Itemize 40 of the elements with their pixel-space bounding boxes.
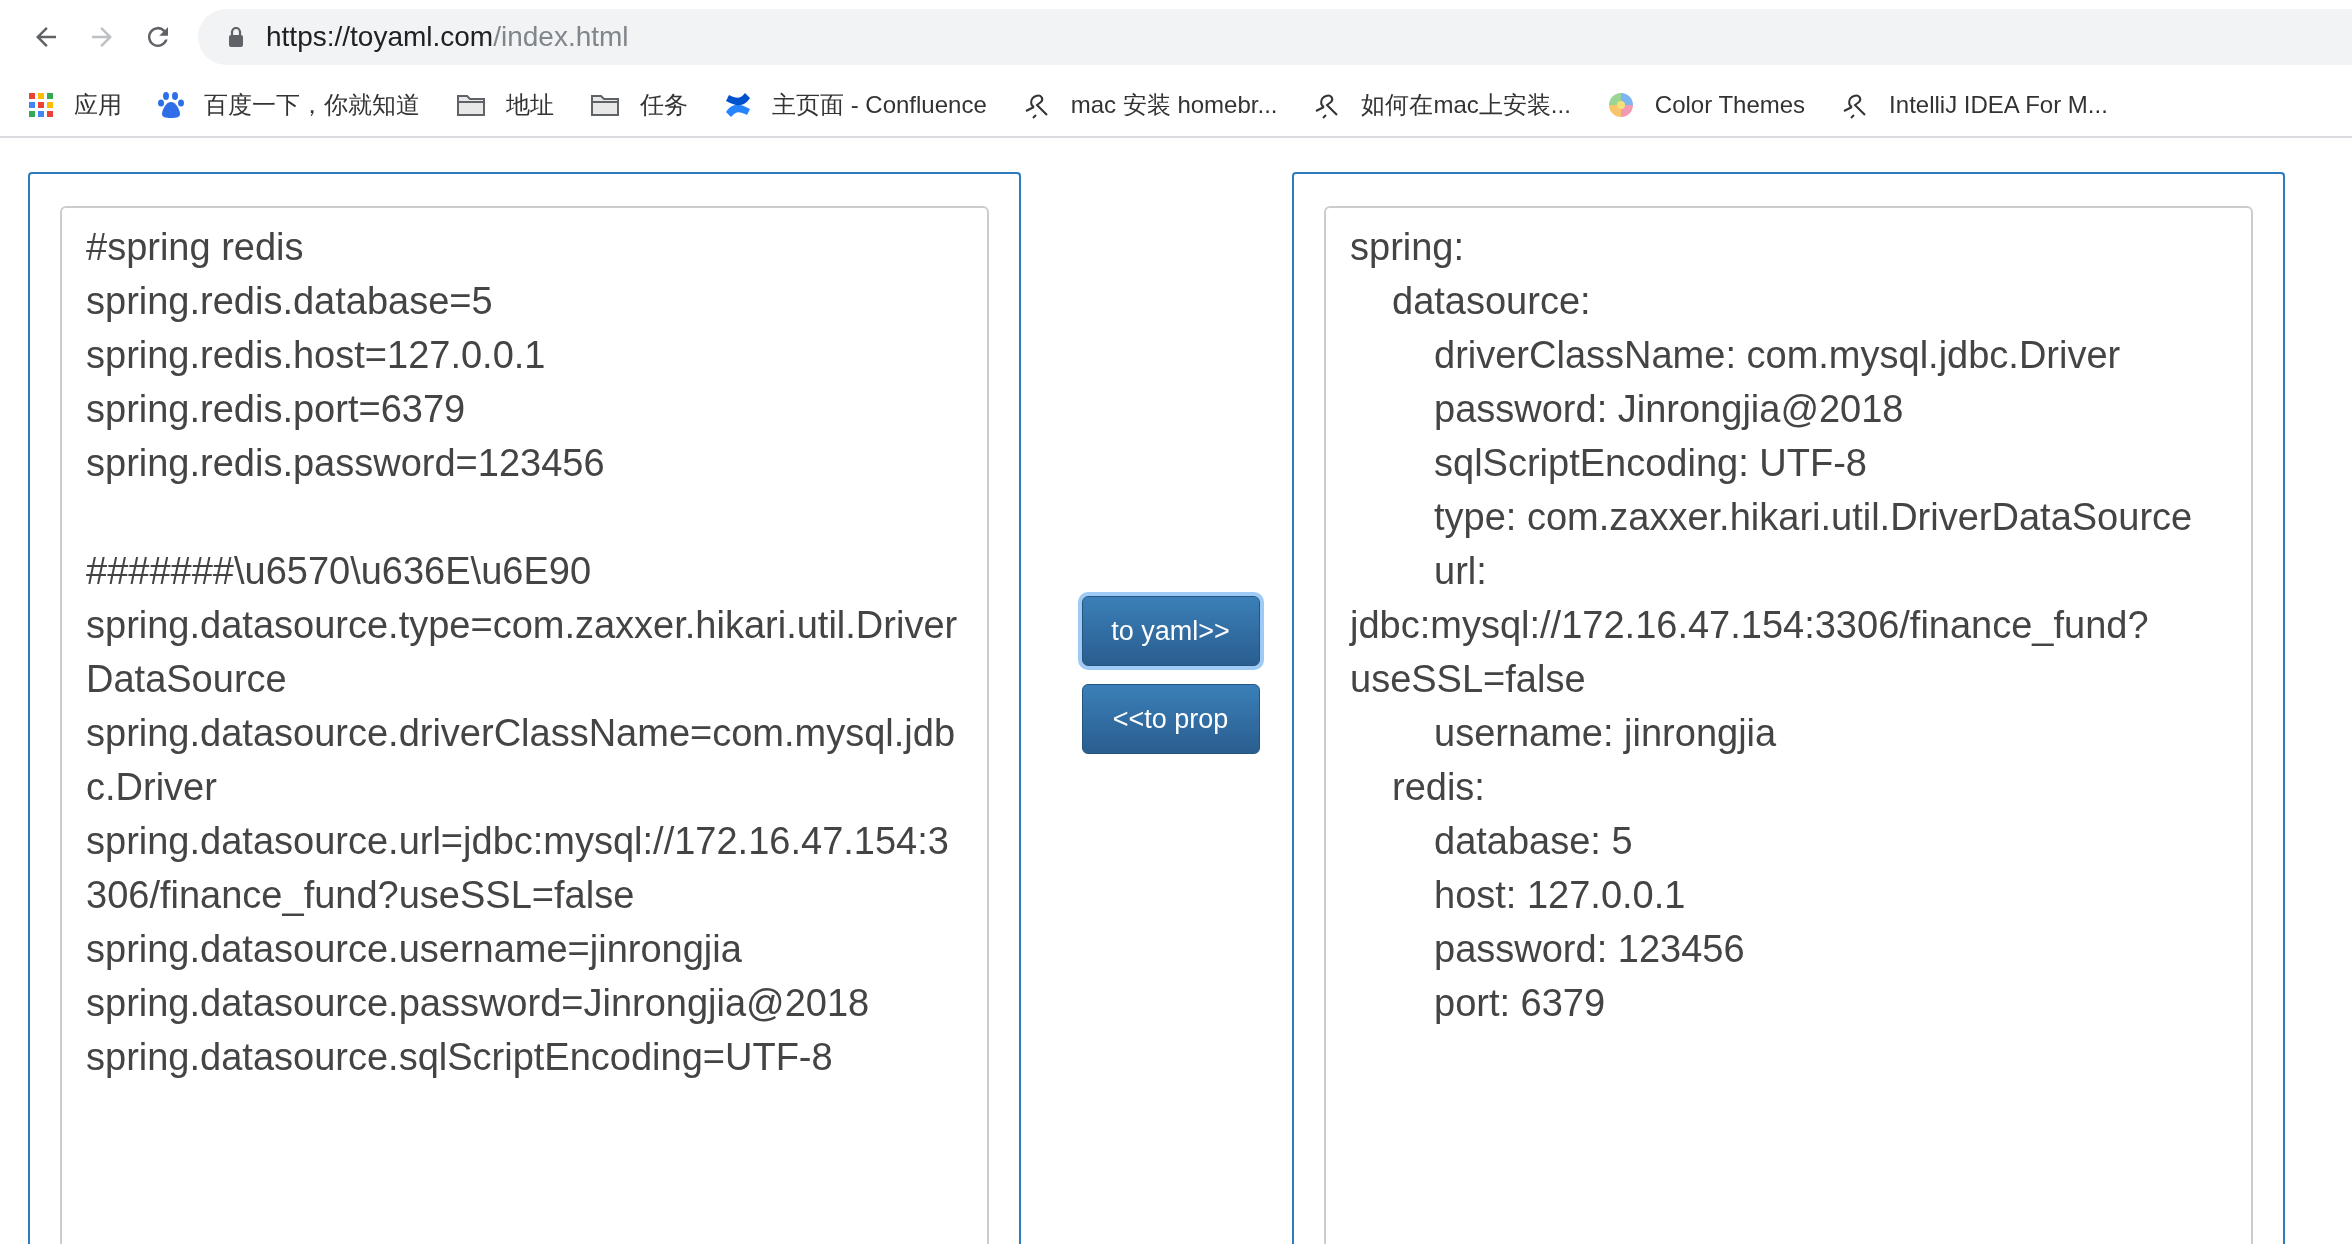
url-text: https://toyaml.com/index.html bbox=[266, 21, 629, 53]
bookmark-label[interactable]: 如何在mac上安装... bbox=[1361, 89, 1571, 121]
code-line: driverClassName: com.mysql.jdbc.Driver bbox=[1433, 333, 2122, 378]
code-line: spring.datasource.password=Jinrongjia@2018 bbox=[86, 981, 871, 1026]
code-line: spring: bbox=[1350, 225, 1466, 270]
code-line: password: Jinrongjia@2018 bbox=[1433, 387, 1905, 432]
code-line: spring.redis.host=127.0.0.1 bbox=[86, 333, 547, 378]
code-line: spring.datasource.sqlScriptEncoding=UTF-8 bbox=[86, 1035, 834, 1080]
code-line: spring.redis.database=5 bbox=[86, 279, 494, 324]
code-line: #######\u6570\u636E\u6E90 bbox=[86, 549, 593, 594]
paw-icon bbox=[158, 91, 184, 119]
code-line: port: 6379 bbox=[1433, 981, 1607, 1026]
code-line: username: jinrongjia bbox=[1433, 711, 1778, 756]
bookmark-label[interactable]: mac 安装 homebr... bbox=[1070, 89, 1278, 121]
wave-icon bbox=[724, 91, 752, 119]
code-line: redis: bbox=[1391, 765, 1486, 810]
color-wheel-icon bbox=[1606, 91, 1635, 119]
bookmark-label[interactable]: 地址 bbox=[506, 89, 554, 121]
code-line: spring.redis.port=6379 bbox=[86, 387, 467, 432]
bookmark-label[interactable]: 应用 bbox=[74, 89, 122, 121]
code-line: database: 5 bbox=[1433, 819, 1634, 864]
bookmark-label[interactable]: IntelliJ IDEA For M... bbox=[1889, 91, 2108, 119]
bookmark-label[interactable]: 百度一下，你就知道 bbox=[204, 89, 420, 121]
code-line: spring.redis.password=123456 bbox=[86, 441, 606, 486]
convert-to-properties-button[interactable]: <<to prop bbox=[1081, 684, 1260, 754]
lock-icon bbox=[228, 27, 244, 47]
folder-icon bbox=[456, 93, 486, 117]
folder-icon bbox=[590, 93, 620, 117]
code-line: host: 127.0.0.1 bbox=[1433, 873, 1687, 918]
address-bar[interactable]: https://toyaml.com/index.html bbox=[198, 9, 2352, 65]
code-line: datasource: bbox=[1391, 279, 1592, 324]
bookmark-label[interactable]: 主页面 - Confluence bbox=[772, 89, 987, 121]
code-line: #spring redis bbox=[86, 225, 305, 270]
code-line: type: com.zaxxer.hikari.util.DriverDataSource bbox=[1433, 495, 2194, 540]
code-line: password: 123456 bbox=[1433, 927, 1746, 972]
bookmark-label[interactable]: Color Themes bbox=[1654, 91, 1806, 119]
code-line: sqlScriptEncoding: UTF-8 bbox=[1433, 441, 1868, 486]
code-line: spring.datasource.username=jinrongjia bbox=[86, 927, 743, 972]
grid-icon bbox=[28, 92, 54, 118]
bookmark-label[interactable]: 任务 bbox=[640, 89, 688, 121]
